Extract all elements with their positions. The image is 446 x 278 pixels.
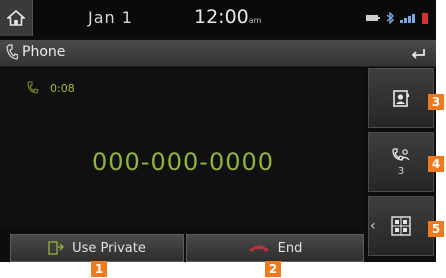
phone-battery-icon: [422, 13, 428, 24]
status-clock: 12:00am: [194, 6, 261, 28]
callout-badge-3: 3: [428, 94, 444, 110]
participants-icon: [392, 148, 410, 161]
contacts-button[interactable]: [368, 68, 434, 128]
participants-count: 3: [397, 166, 405, 177]
callout-badge-5: 5: [428, 221, 444, 237]
clock-suffix: am: [248, 16, 262, 25]
call-sidebar: 3: [368, 68, 436, 262]
keypad-button[interactable]: [368, 196, 434, 256]
battery-icon: [366, 15, 380, 21]
chevron-left-icon[interactable]: ‹: [370, 218, 376, 234]
home-button[interactable]: [0, 0, 33, 36]
clock-time: 12:00: [194, 6, 249, 28]
use-private-label: Use Private: [72, 240, 146, 256]
call-actions: Use Private End: [0, 232, 364, 262]
end-call-button[interactable]: End: [186, 234, 364, 262]
system-icons: [366, 12, 428, 24]
callout-badge-1: 1: [91, 261, 107, 277]
bluetooth-icon: [386, 12, 394, 24]
call-duration: 0:08: [50, 82, 75, 95]
status-date: Jan 1: [88, 8, 133, 27]
dialed-number: 000-000-0000: [92, 148, 275, 176]
call-timer-icon: [27, 81, 39, 94]
contacts-icon: [393, 90, 409, 107]
signal-icon: [400, 14, 415, 23]
callout-badge-4: 4: [428, 156, 444, 172]
participants-button[interactable]: 3: [368, 132, 434, 192]
end-call-icon: [248, 245, 269, 252]
status-bar: Jan 1 12:00am: [0, 0, 436, 38]
private-handset-icon: [48, 241, 65, 255]
use-private-button[interactable]: Use Private: [10, 234, 184, 262]
home-icon: [7, 10, 25, 26]
phone-icon: [6, 44, 18, 60]
end-label: End: [277, 240, 303, 256]
back-arrow-icon: [411, 49, 425, 59]
callout-badge-2: 2: [265, 261, 281, 277]
keypad-icon: [391, 216, 411, 236]
title-bar: Phone: [0, 40, 436, 67]
phone-call-screen: Jan 1 12:00am Phone 0:08 000-000-0000 3 …: [0, 0, 436, 262]
page-title: Phone: [22, 44, 66, 60]
back-button[interactable]: [400, 40, 436, 66]
